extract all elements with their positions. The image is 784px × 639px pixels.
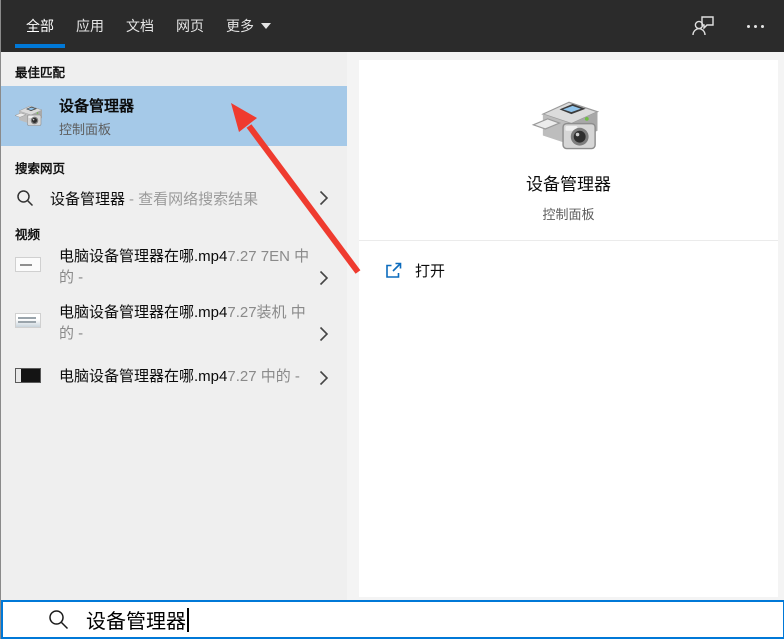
- preview-title: 设备管理器: [526, 175, 611, 194]
- video-title: 电脑设备管理器在哪.mp4: [59, 368, 228, 385]
- best-match-subtitle: 控制面板: [59, 121, 112, 137]
- video-thumbnail: [15, 368, 41, 383]
- feedback-icon[interactable]: [689, 12, 717, 40]
- section-header-best-match: 最佳匹配: [15, 66, 66, 80]
- filter-tabs: 全部 应用 文档 网页 更多: [1, 0, 282, 52]
- tab-documents-label: 文档: [126, 18, 154, 34]
- search-icon: [49, 610, 69, 630]
- preview-subtitle: 控制面板: [542, 207, 595, 222]
- chevron-right-icon[interactable]: [319, 270, 329, 286]
- chevron-down-icon: [261, 23, 271, 29]
- divider: [359, 240, 778, 241]
- web-search-text: 设备管理器 - 查看网络搜索结果: [50, 188, 258, 209]
- tab-documents[interactable]: 文档: [115, 0, 165, 52]
- section-header-videos: 视频: [15, 228, 41, 242]
- video-text: 电脑设备管理器在哪.mp47.27装机 中的 -: [59, 302, 311, 344]
- video-title: 电脑设备管理器在哪.mp4: [59, 248, 228, 265]
- tab-apps[interactable]: 应用: [65, 0, 115, 52]
- video-title: 电脑设备管理器在哪.mp4: [59, 304, 228, 321]
- section-header-web-search: 搜索网页: [15, 162, 66, 176]
- ellipsis-icon[interactable]: [741, 12, 769, 40]
- video-text: 电脑设备管理器在哪.mp47.27 7EN 中的 -: [59, 246, 311, 288]
- video-result-item[interactable]: 电脑设备管理器在哪.mp47.27 中的 -: [1, 358, 347, 398]
- open-action-label: 打开: [415, 262, 446, 280]
- best-match-title: 设备管理器: [59, 97, 135, 115]
- chevron-right-icon[interactable]: [319, 326, 329, 342]
- video-thumbnail: [15, 257, 41, 272]
- preview-header: 设备管理器 控制面板: [359, 60, 778, 223]
- open-action[interactable]: 打开: [359, 253, 778, 287]
- tab-web-label: 网页: [176, 18, 204, 34]
- text-caret: [187, 607, 189, 632]
- video-thumbnail: [15, 313, 41, 328]
- chevron-right-icon[interactable]: [319, 370, 329, 386]
- open-external-icon: [385, 262, 402, 279]
- device-manager-icon: [531, 101, 599, 150]
- search-bar[interactable]: 设备管理器: [1, 600, 784, 639]
- device-manager-icon: [14, 105, 43, 126]
- web-search-query: 设备管理器: [50, 190, 126, 208]
- tab-more-label: 更多: [226, 18, 254, 34]
- video-result-item[interactable]: 电脑设备管理器在哪.mp47.27装机 中的 -: [1, 302, 347, 358]
- search-filter-bar: 全部 应用 文档 网页 更多: [1, 0, 784, 52]
- tab-all-label: 全部: [26, 18, 54, 34]
- web-search-hint: - 查看网络搜索结果: [129, 190, 259, 208]
- video-result-item[interactable]: 电脑设备管理器在哪.mp47.27 7EN 中的 -: [1, 246, 347, 302]
- tab-all[interactable]: 全部: [15, 0, 65, 52]
- results-panel: 最佳匹配 设备管理器 控制面板 搜索网页 设备管理器 - 查看网络搜索结果 视频…: [1, 52, 347, 600]
- search-icon: [17, 190, 34, 207]
- search-input-value[interactable]: 设备管理器: [86, 605, 186, 634]
- tab-more[interactable]: 更多: [215, 0, 282, 52]
- web-search-item[interactable]: 设备管理器 - 查看网络搜索结果: [1, 178, 347, 218]
- tab-web[interactable]: 网页: [165, 0, 215, 52]
- tab-apps-label: 应用: [76, 18, 104, 34]
- topbar-icons: [689, 0, 769, 52]
- preview-panel: 设备管理器 控制面板 打开: [359, 60, 778, 597]
- best-match-item[interactable]: 设备管理器 控制面板: [1, 86, 347, 146]
- windows-search-flyout: 全部 应用 文档 网页 更多 最佳匹配 设备管理器 控制面板 搜索网页 设备管理…: [0, 0, 784, 639]
- best-match-text: 设备管理器 控制面板: [59, 95, 134, 138]
- chevron-right-icon[interactable]: [319, 190, 329, 206]
- video-meta: 7.27 中的 -: [227, 368, 300, 385]
- video-text: 电脑设备管理器在哪.mp47.27 中的 -: [59, 366, 311, 387]
